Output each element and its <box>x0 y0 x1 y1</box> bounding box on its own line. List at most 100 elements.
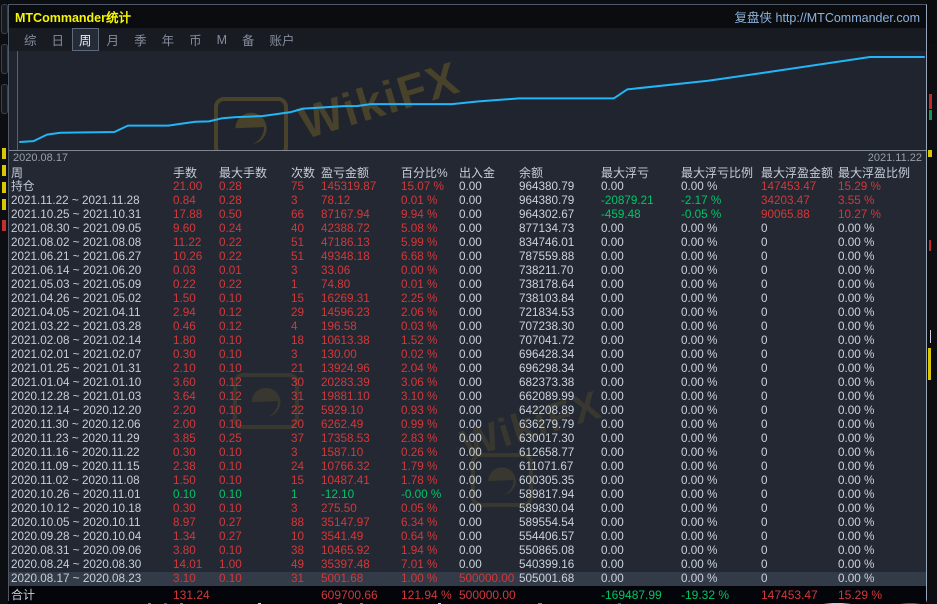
table-cell: 0.12 <box>217 306 289 320</box>
title-bar[interactable]: MTCommander统计 复盘侠 http://MTCommander.com <box>9 5 926 28</box>
period-cell: 2021.06.21 ~ 2021.06.27 <box>9 250 171 264</box>
table-row[interactable]: 2021.08.02 ~ 2021.08.0811.220.225147186.… <box>9 236 926 250</box>
table-cell: 0.00 <box>457 390 517 404</box>
table-row[interactable]: 2020.12.28 ~ 2021.01.033.640.123119881.1… <box>9 390 926 404</box>
table-row[interactable]: 2020.12.14 ~ 2020.12.202.200.10225929.10… <box>9 404 926 418</box>
menu-item-备[interactable]: 备 <box>235 28 262 51</box>
table-cell: 3.55 % <box>836 194 926 208</box>
table-row[interactable]: 2020.08.17 ~ 2020.08.233.100.10315001.68… <box>9 572 926 586</box>
brand-link[interactable]: 复盘侠 http://MTCommander.com <box>735 7 920 26</box>
table-row[interactable]: 2021.01.25 ~ 2021.01.312.100.102113924.9… <box>9 362 926 376</box>
total-cell: 500000.00 <box>457 588 517 602</box>
table-row[interactable]: 2021.01.04 ~ 2021.01.103.600.123020283.3… <box>9 376 926 390</box>
menu-item-账户[interactable]: 账户 <box>263 28 302 51</box>
menu-item-综[interactable]: 综 <box>17 28 44 51</box>
table-row[interactable]: 2020.11.02 ~ 2020.11.081.500.101510487.4… <box>9 474 926 488</box>
table-row[interactable]: 2020.10.05 ~ 2020.10.118.970.278835147.9… <box>9 516 926 530</box>
table-row[interactable]: 2021.02.01 ~ 2021.02.070.300.103130.000.… <box>9 348 926 362</box>
table-row[interactable]: 2021.04.26 ~ 2021.05.021.500.101516269.3… <box>9 292 926 306</box>
period-cell: 2021.04.26 ~ 2021.05.02 <box>9 292 171 306</box>
column-header-9: 最大浮亏比例 <box>679 166 759 180</box>
table-cell: 31 <box>289 572 319 586</box>
table-cell: 0.00 % <box>679 222 759 236</box>
column-header-6: 出入金 <box>457 166 517 180</box>
menu-item-年[interactable]: 年 <box>155 28 182 51</box>
table-cell: 0.00 % <box>679 558 759 572</box>
total-label: 合计 <box>9 588 171 602</box>
period-cell: 2020.11.09 ~ 2020.11.15 <box>9 460 171 474</box>
table-cell: 0.01 % <box>399 278 457 292</box>
table-cell: 0 <box>759 334 836 348</box>
table-cell: 8.97 <box>171 516 217 530</box>
table-cell: 0 <box>759 432 836 446</box>
table-row[interactable]: 2021.02.08 ~ 2021.02.141.800.101810613.3… <box>9 334 926 348</box>
menu-item-月[interactable]: 月 <box>100 28 127 51</box>
table-row[interactable]: 2020.10.12 ~ 2020.10.180.300.103275.500.… <box>9 502 926 516</box>
right-window-edge <box>927 0 937 604</box>
table-cell: 787559.88 <box>517 250 599 264</box>
table-row[interactable]: 2020.10.26 ~ 2020.11.010.100.101-12.10-0… <box>9 488 926 502</box>
table-cell: 0.22 <box>171 278 217 292</box>
table-cell: 0.00 % <box>836 222 926 236</box>
table-row[interactable]: 2021.03.22 ~ 2021.03.280.460.124196.580.… <box>9 320 926 334</box>
table-row[interactable]: 2021.08.30 ~ 2021.09.059.600.244042388.7… <box>9 222 926 236</box>
menu-item-M[interactable]: M <box>210 31 234 49</box>
table-row[interactable]: 2020.08.24 ~ 2020.08.3014.011.004935397.… <box>9 558 926 572</box>
table-row[interactable]: 2021.05.03 ~ 2021.05.090.220.22174.800.0… <box>9 278 926 292</box>
table-cell: 877134.73 <box>517 222 599 236</box>
left-window-edge <box>0 0 8 604</box>
menu-item-日[interactable]: 日 <box>45 28 72 51</box>
table-cell: 35397.48 <box>319 558 399 572</box>
table-cell: 1.50 <box>171 474 217 488</box>
table-row[interactable]: 持仓21.000.2875145319.8715.07 %0.00964380.… <box>9 180 926 194</box>
table-cell: 0.03 % <box>399 320 457 334</box>
table-cell: 0 <box>759 390 836 404</box>
table-cell: 0.00 <box>457 250 517 264</box>
menu-item-季[interactable]: 季 <box>127 28 154 51</box>
table-row[interactable]: 2020.11.23 ~ 2020.11.293.850.253717358.5… <box>9 432 926 446</box>
table-row[interactable]: 2020.11.30 ~ 2020.12.062.000.10206262.49… <box>9 418 926 432</box>
table-cell: 1.52 % <box>399 334 457 348</box>
table-row[interactable]: 2020.11.09 ~ 2020.11.152.380.102410766.3… <box>9 460 926 474</box>
period-cell: 2020.12.28 ~ 2021.01.03 <box>9 390 171 404</box>
table-cell: 78.12 <box>319 194 399 208</box>
table-cell: 9.60 <box>171 222 217 236</box>
edge-artifact <box>2 148 6 159</box>
table-cell: 0.00 <box>457 362 517 376</box>
table-cell: 0.10 <box>217 474 289 488</box>
table-row[interactable]: 2021.04.05 ~ 2021.04.112.940.122914596.2… <box>9 306 926 320</box>
table-cell: 0.10 <box>217 418 289 432</box>
table-cell: 0 <box>759 488 836 502</box>
table-row[interactable]: 2020.08.31 ~ 2020.09.063.800.103810465.9… <box>9 544 926 558</box>
table-row[interactable]: 2021.11.22 ~ 2021.11.280.840.28378.120.0… <box>9 194 926 208</box>
table-cell: 275.50 <box>319 502 399 516</box>
table-cell: 0.00 <box>599 236 679 250</box>
table-cell: 0.12 <box>217 390 289 404</box>
table-cell: 0.10 <box>217 292 289 306</box>
table-cell: 1.80 <box>171 334 217 348</box>
table-cell: 0.27 <box>217 530 289 544</box>
table-cell: 0.00 % <box>679 502 759 516</box>
table-cell: -12.10 <box>319 488 399 502</box>
table-row[interactable]: 2020.09.28 ~ 2020.10.041.340.27103541.49… <box>9 530 926 544</box>
table-cell: 29 <box>289 306 319 320</box>
table-cell: 707041.72 <box>517 334 599 348</box>
table-row[interactable]: 2021.06.21 ~ 2021.06.2710.260.225149348.… <box>9 250 926 264</box>
table-cell: 540399.16 <box>517 558 599 572</box>
table-cell: 0.10 <box>217 404 289 418</box>
table-cell: 15.29 % <box>836 180 926 194</box>
table-cell: 14.01 <box>171 558 217 572</box>
table-cell: 0.00 % <box>836 278 926 292</box>
table-row[interactable]: 2020.11.16 ~ 2020.11.220.300.1031587.100… <box>9 446 926 460</box>
table-cell: 0.00 <box>599 432 679 446</box>
table-cell: 13924.96 <box>319 362 399 376</box>
table-cell: 0.00 % <box>679 390 759 404</box>
stats-window: WikiFX MTCommander统计 复盘侠 http://MTComman… <box>8 4 927 601</box>
table-row[interactable]: 2021.06.14 ~ 2021.06.200.030.01333.060.0… <box>9 264 926 278</box>
menu-item-币[interactable]: 币 <box>182 28 209 51</box>
table-cell: 0.00 % <box>836 376 926 390</box>
table-row[interactable]: 2021.10.25 ~ 2021.10.3117.880.506687167.… <box>9 208 926 222</box>
menu-item-周[interactable]: 周 <box>72 28 99 51</box>
chart-x-axis-labels: 2020.08.17 2021.11.22 <box>9 151 926 165</box>
table-cell: 0 <box>759 320 836 334</box>
